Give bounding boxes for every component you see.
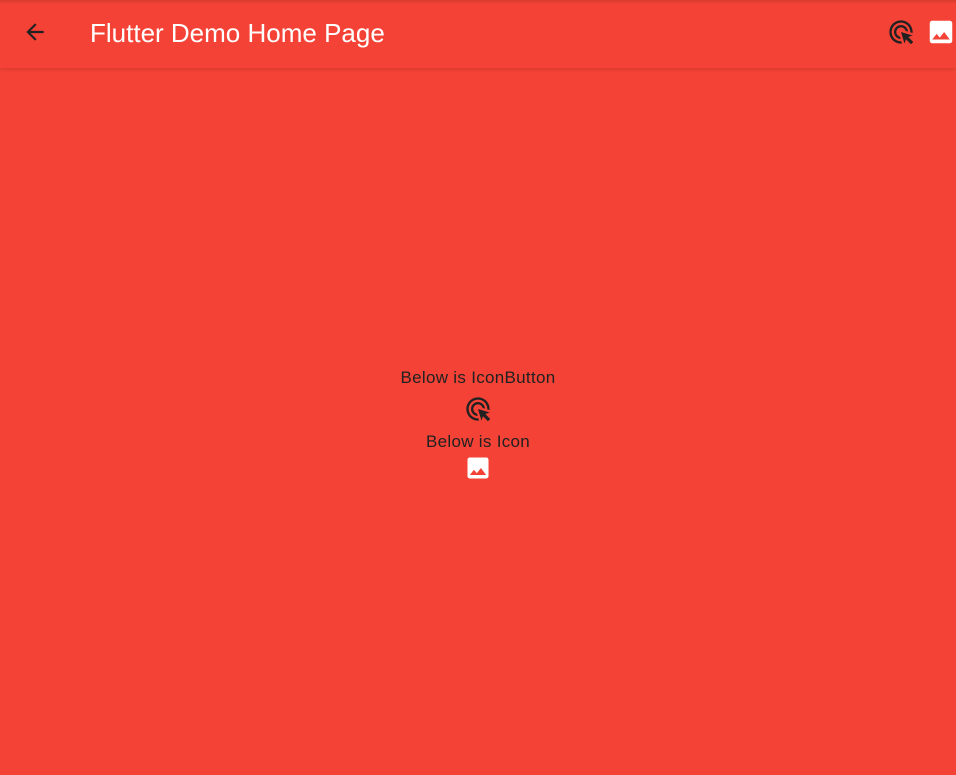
page-title: Flutter Demo Home Page bbox=[90, 18, 385, 48]
body-content: Below is IconButton Below is Icon bbox=[0, 366, 956, 483]
image-icon bbox=[926, 17, 956, 52]
image-action-button[interactable] bbox=[926, 12, 956, 56]
image-icon-display bbox=[465, 457, 491, 483]
back-button[interactable] bbox=[13, 12, 57, 56]
ads-click-icon-button[interactable] bbox=[463, 396, 493, 426]
ads-click-icon bbox=[464, 395, 492, 428]
arrow-back-icon bbox=[22, 19, 48, 50]
ads-click-icon bbox=[887, 18, 915, 51]
app-bar: Flutter Demo Home Page bbox=[0, 0, 956, 68]
image-icon bbox=[464, 454, 492, 487]
app-screen: Flutter Demo Home Page Below is IconButt… bbox=[0, 0, 956, 775]
ads-click-action-button[interactable] bbox=[879, 12, 923, 56]
icon-label: Below is Icon bbox=[425, 432, 531, 451]
icon-button-label: Below is IconButton bbox=[400, 368, 556, 387]
